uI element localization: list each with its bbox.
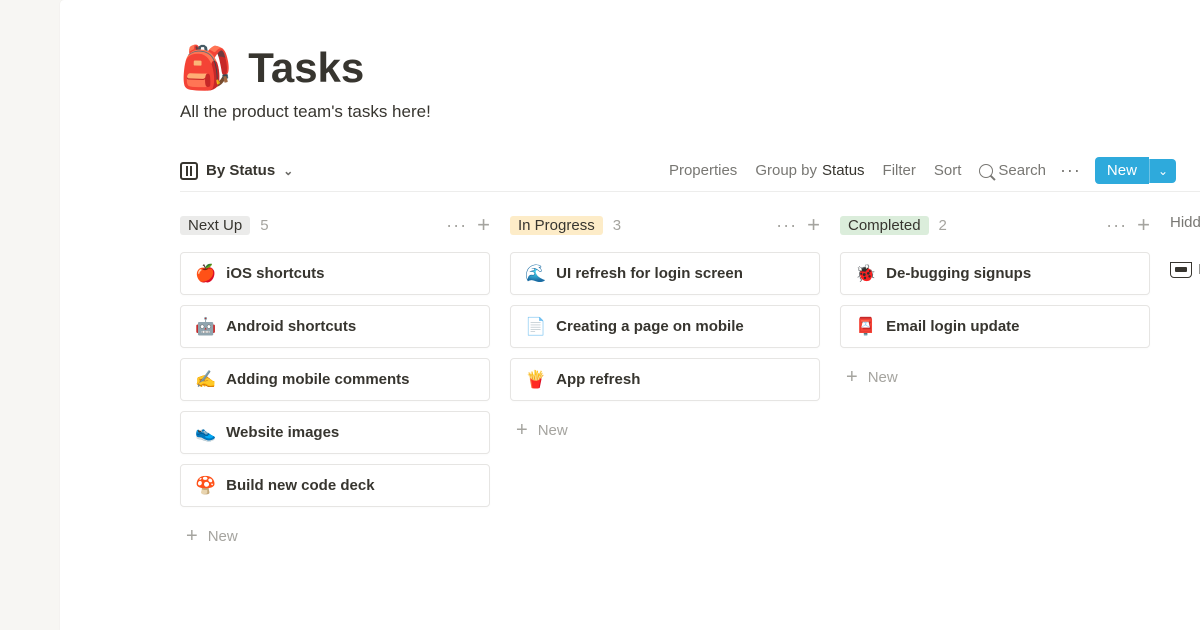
- column-actions: ··· +: [776, 212, 820, 238]
- new-card-button[interactable]: + New: [840, 358, 1150, 397]
- card-title: iOS shortcuts: [226, 265, 324, 282]
- card-title: App refresh: [556, 371, 640, 388]
- board: Next Up 5 ··· + 🍎 iOS shortcuts 🤖 Android short…: [180, 212, 1200, 556]
- search-label: Search: [998, 162, 1046, 179]
- search-icon: [979, 164, 993, 178]
- column-actions: ··· +: [446, 212, 490, 238]
- plus-icon: +: [516, 419, 528, 442]
- column-more-icon[interactable]: ···: [446, 215, 467, 236]
- filter-button[interactable]: Filter: [883, 162, 916, 179]
- new-card-button[interactable]: + New: [510, 411, 820, 450]
- card-icon: 👟: [195, 424, 216, 441]
- new-card-button[interactable]: + New: [180, 517, 490, 556]
- page-icon[interactable]: 🎒: [180, 47, 232, 89]
- column-more-icon[interactable]: ···: [1106, 215, 1127, 236]
- group-by-button[interactable]: Group by Status: [755, 162, 864, 179]
- column-add-icon[interactable]: +: [807, 212, 820, 238]
- column-count: 3: [613, 217, 621, 234]
- column-label[interactable]: In Progress: [510, 216, 603, 235]
- group-by-value: Status: [822, 162, 865, 179]
- new-card-label: New: [538, 422, 568, 439]
- card-icon: 📄: [525, 318, 546, 335]
- card-title: UI refresh for login screen: [556, 265, 743, 282]
- view-tab[interactable]: By Status ⌄: [180, 162, 293, 180]
- board-icon: [180, 162, 198, 180]
- card-icon: 🤖: [195, 318, 216, 335]
- board-column: Completed 2 ··· + 🐞 De-bugging signups 📮 Email …: [840, 212, 1150, 397]
- board-card[interactable]: 🤖 Android shortcuts: [180, 305, 490, 348]
- column-add-icon[interactable]: +: [477, 212, 490, 238]
- new-card-label: New: [868, 369, 898, 386]
- page-container: 🎒 Tasks All the product team's tasks her…: [60, 0, 1200, 630]
- card-title: Adding mobile comments: [226, 371, 409, 388]
- column-header: Completed 2 ··· +: [840, 212, 1150, 238]
- hidden-label: Hidde: [1170, 214, 1200, 231]
- card-title: Android shortcuts: [226, 318, 356, 335]
- board-card[interactable]: 🍄 Build new code deck: [180, 464, 490, 507]
- page-content: 🎒 Tasks All the product team's tasks her…: [60, 0, 1200, 556]
- card-icon: 🐞: [855, 265, 876, 282]
- board-card[interactable]: 🍎 iOS shortcuts: [180, 252, 490, 295]
- view-name: By Status: [206, 162, 275, 179]
- column-label[interactable]: Completed: [840, 216, 929, 235]
- new-button[interactable]: New ⌄: [1095, 157, 1176, 184]
- board-card[interactable]: 🌊 UI refresh for login screen: [510, 252, 820, 295]
- page-title[interactable]: Tasks: [248, 44, 364, 92]
- column-add-icon[interactable]: +: [1137, 212, 1150, 238]
- toolbar: By Status ⌄ Properties Group by Status F…: [180, 150, 1200, 192]
- more-button[interactable]: ···: [1060, 160, 1081, 181]
- sort-button[interactable]: Sort: [934, 162, 962, 179]
- card-icon: 🍎: [195, 265, 216, 282]
- inbox-icon: [1170, 262, 1192, 278]
- column-label[interactable]: Next Up: [180, 216, 250, 235]
- title-row: 🎒 Tasks: [180, 44, 1200, 92]
- board-card[interactable]: 🐞 De-bugging signups: [840, 252, 1150, 295]
- board-card[interactable]: 🍟 App refresh: [510, 358, 820, 401]
- new-button-label[interactable]: New: [1095, 157, 1149, 184]
- card-icon: 🍄: [195, 477, 216, 494]
- card-icon: 📮: [855, 318, 876, 335]
- group-by-prefix: Group by: [755, 162, 817, 179]
- hidden-columns-stub[interactable]: HiddeN: [1170, 212, 1200, 278]
- properties-button[interactable]: Properties: [669, 162, 737, 179]
- column-more-icon[interactable]: ···: [776, 215, 797, 236]
- plus-icon: +: [846, 366, 858, 389]
- card-title: De-bugging signups: [886, 265, 1031, 282]
- card-title: Build new code deck: [226, 477, 374, 494]
- plus-icon: +: [186, 525, 198, 548]
- board-column: Next Up 5 ··· + 🍎 iOS shortcuts 🤖 Android short…: [180, 212, 490, 556]
- new-button-dropdown[interactable]: ⌄: [1149, 159, 1176, 183]
- search-button[interactable]: Search: [979, 162, 1046, 179]
- card-title: Email login update: [886, 318, 1019, 335]
- card-icon: ✍️: [195, 371, 216, 388]
- board-card[interactable]: ✍️ Adding mobile comments: [180, 358, 490, 401]
- board-card[interactable]: 📮 Email login update: [840, 305, 1150, 348]
- column-count: 5: [260, 217, 268, 234]
- column-actions: ··· +: [1106, 212, 1150, 238]
- card-title: Website images: [226, 424, 339, 441]
- card-title: Creating a page on mobile: [556, 318, 744, 335]
- board-card[interactable]: 📄 Creating a page on mobile: [510, 305, 820, 348]
- board-column: In Progress 3 ··· + 🌊 UI refresh for login sc…: [510, 212, 820, 450]
- column-header: Next Up 5 ··· +: [180, 212, 490, 238]
- new-card-label: New: [208, 528, 238, 545]
- chevron-down-icon: ⌄: [283, 164, 293, 178]
- card-icon: 🍟: [525, 371, 546, 388]
- column-count: 2: [939, 217, 947, 234]
- column-header: In Progress 3 ··· +: [510, 212, 820, 238]
- page-subtitle[interactable]: All the product team's tasks here!: [180, 102, 1200, 122]
- board-card[interactable]: 👟 Website images: [180, 411, 490, 454]
- card-icon: 🌊: [525, 265, 546, 282]
